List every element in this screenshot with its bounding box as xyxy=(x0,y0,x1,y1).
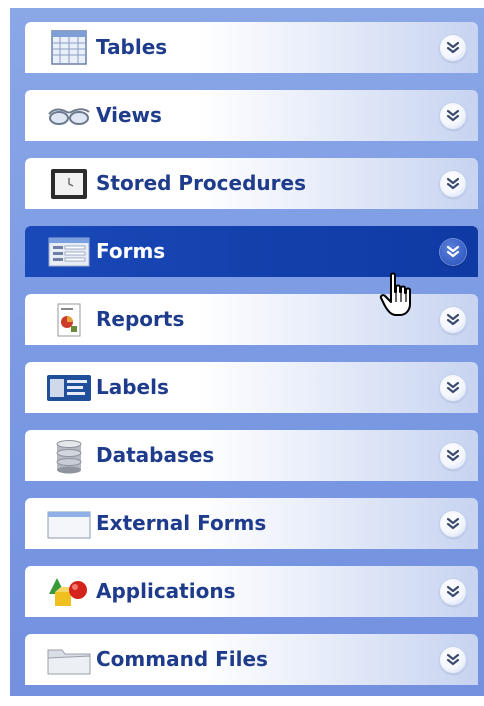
section-label: Views xyxy=(96,103,162,127)
shapes-icon xyxy=(45,574,93,610)
chevron-down-icon[interactable] xyxy=(440,35,466,61)
section-label: External Forms xyxy=(96,511,267,535)
report-icon xyxy=(45,302,93,338)
chevron-down-icon[interactable] xyxy=(440,443,466,469)
section-label: Databases xyxy=(96,443,215,467)
section-databases[interactable]: Databases xyxy=(25,430,478,481)
chevron-down-icon[interactable] xyxy=(440,239,466,265)
chevron-down-icon[interactable] xyxy=(440,103,466,129)
chevron-down-icon[interactable] xyxy=(440,647,466,673)
form-icon xyxy=(45,234,93,270)
section-label: Tables xyxy=(96,35,168,59)
section-command-files[interactable]: Command Files xyxy=(25,634,478,685)
section-forms[interactable]: Forms xyxy=(25,226,478,277)
chevron-down-icon[interactable] xyxy=(440,511,466,537)
table-grid-icon xyxy=(45,30,93,66)
label-card-icon xyxy=(45,370,93,406)
section-views[interactable]: Views xyxy=(25,90,478,141)
section-tables[interactable]: Tables xyxy=(25,22,478,73)
section-label: Labels xyxy=(96,375,169,399)
section-label: Command Files xyxy=(96,647,268,671)
section-label: Forms xyxy=(96,239,166,263)
chevron-down-icon[interactable] xyxy=(440,375,466,401)
section-label: Reports xyxy=(96,307,185,331)
section-labels[interactable]: Labels xyxy=(25,362,478,413)
section-external-forms[interactable]: External Forms xyxy=(25,498,478,549)
database-icon xyxy=(45,438,93,474)
section-label: Stored Procedures xyxy=(96,171,306,195)
section-stored-procedures[interactable]: Stored Procedures xyxy=(25,158,478,209)
chevron-down-icon[interactable] xyxy=(440,579,466,605)
folder-icon xyxy=(45,642,93,678)
window-icon xyxy=(45,506,93,542)
section-applications[interactable]: Applications xyxy=(25,566,478,617)
slate-icon xyxy=(45,166,93,202)
section-label: Applications xyxy=(96,579,236,603)
glasses-icon xyxy=(45,98,93,134)
chevron-down-icon[interactable] xyxy=(440,307,466,333)
chevron-down-icon[interactable] xyxy=(440,171,466,197)
hand-pointer-icon xyxy=(378,272,420,320)
navigation-panel: Tables Views Stored Procedures Forms Rep… xyxy=(10,8,484,696)
